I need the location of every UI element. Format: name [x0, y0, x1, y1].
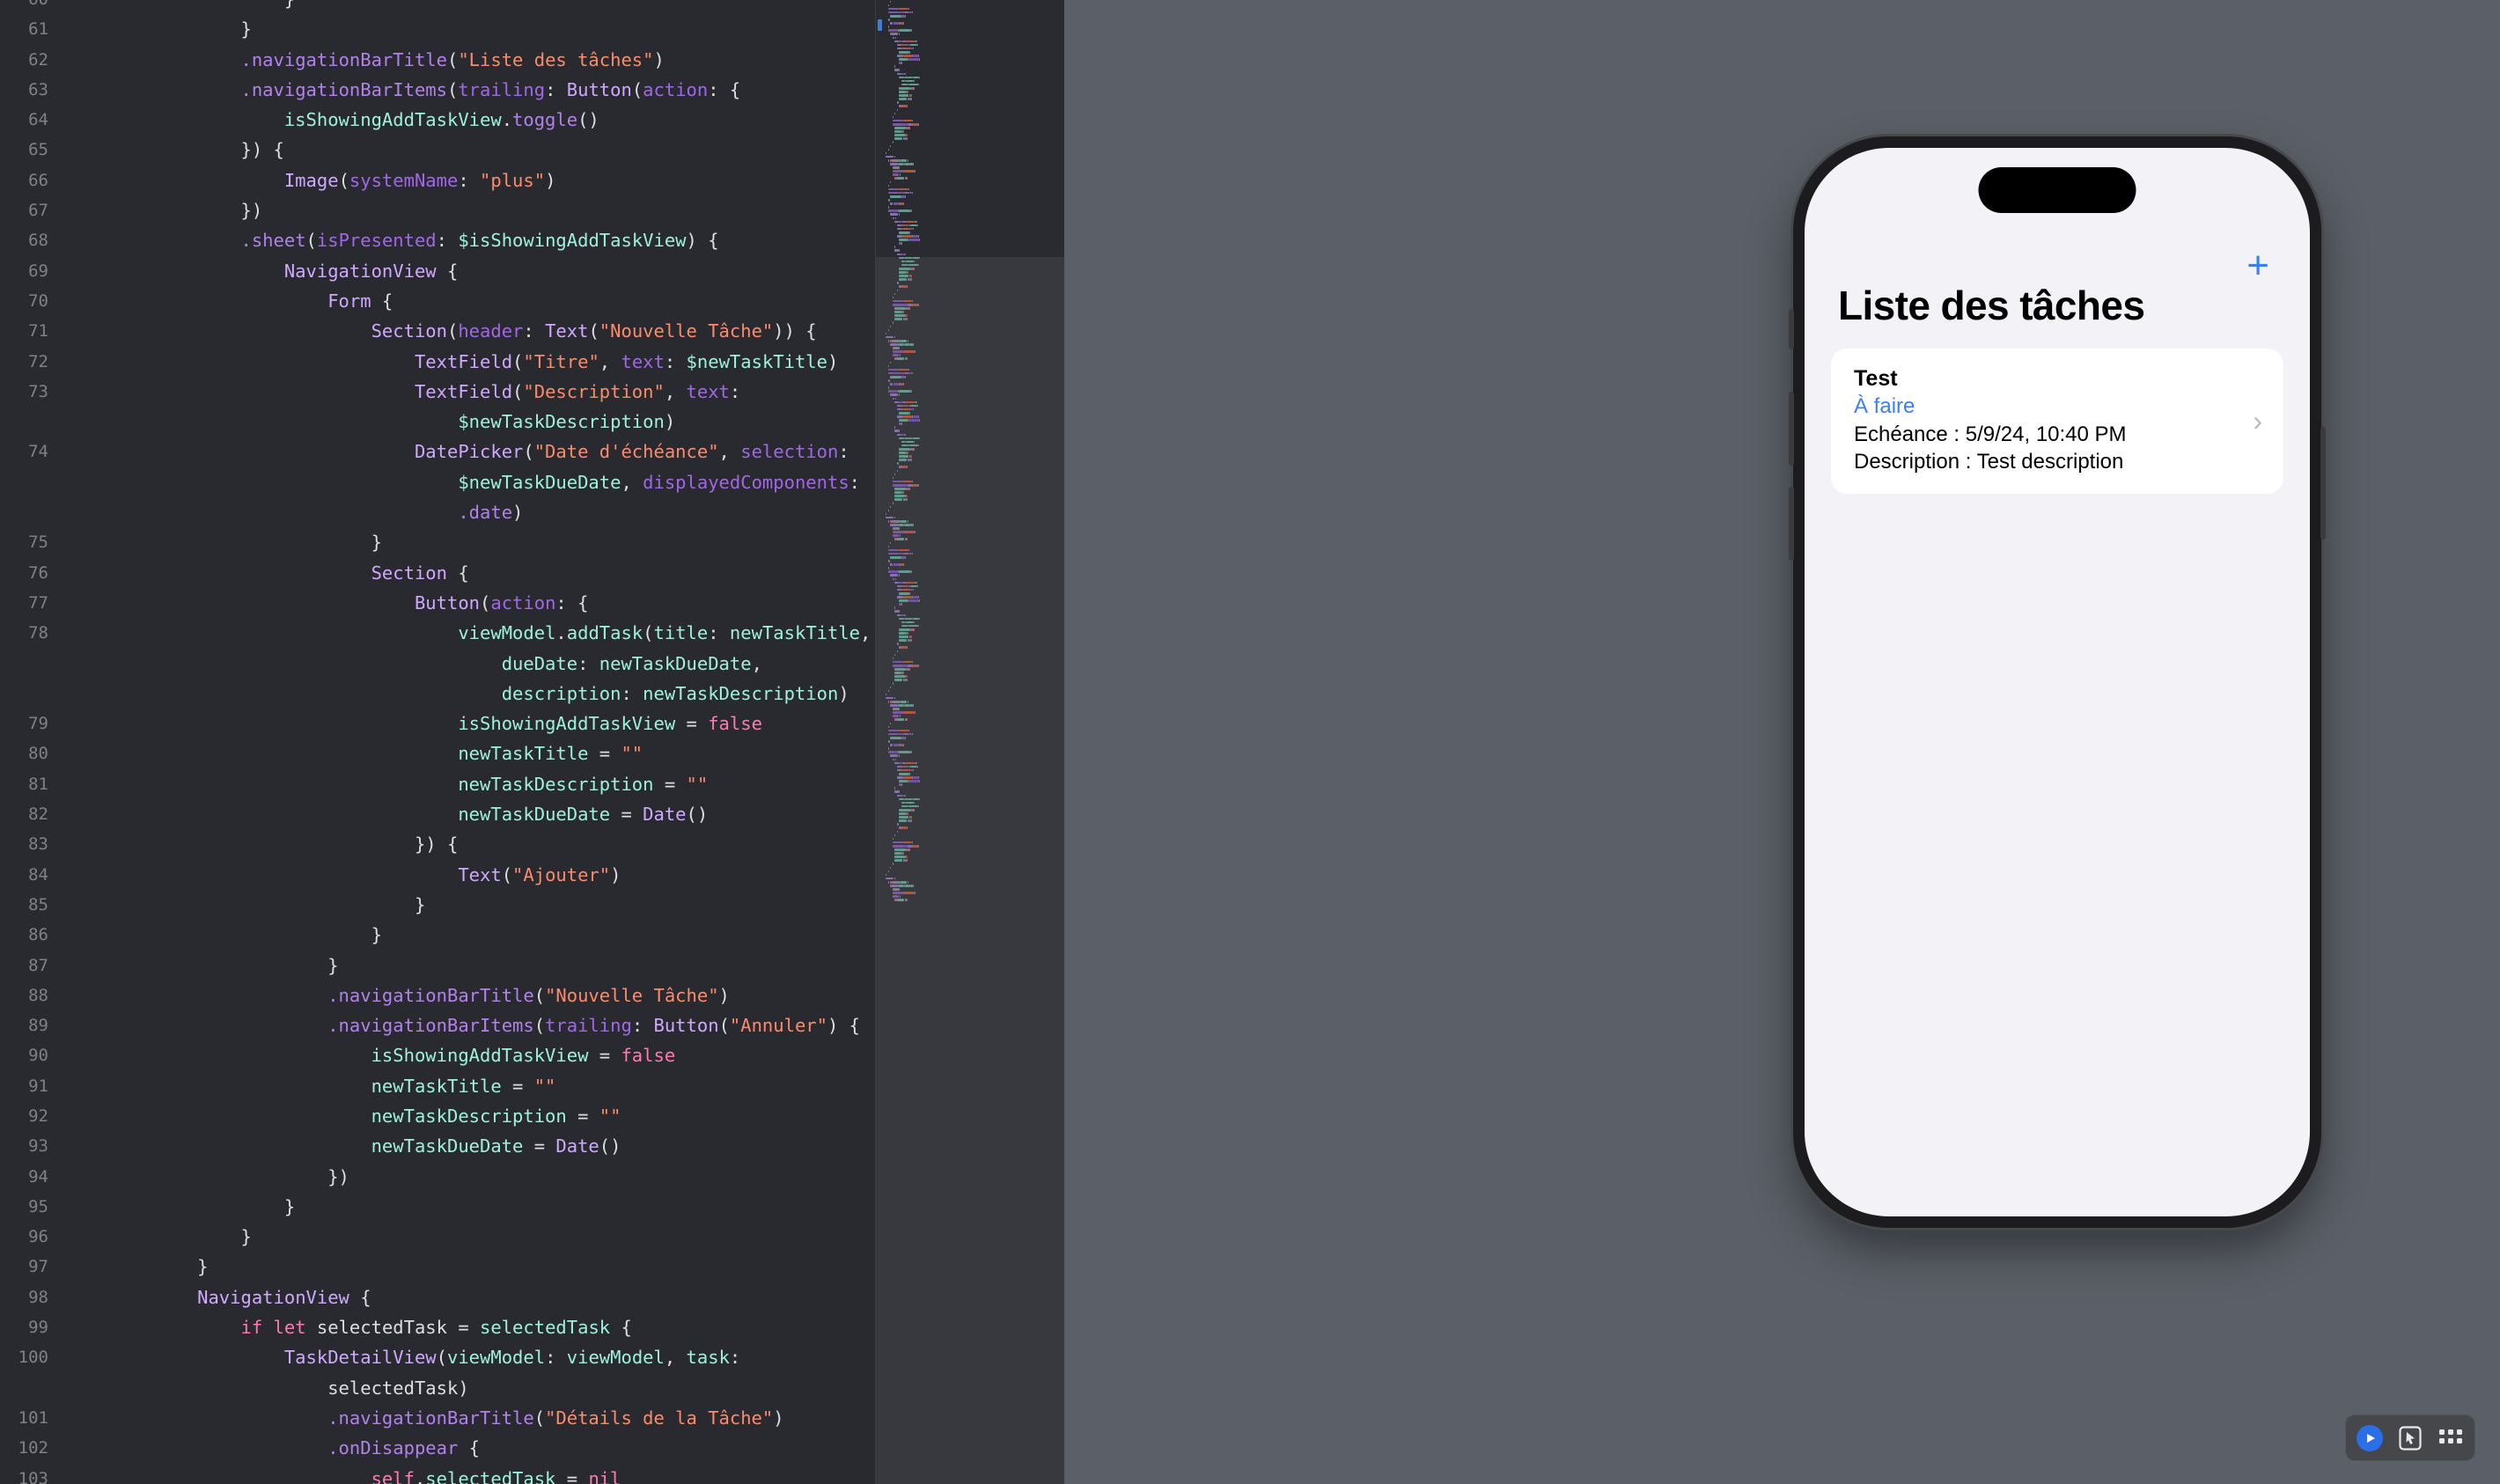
power-button: [2320, 427, 2326, 540]
line-number: 81: [0, 769, 60, 799]
line-number: 85: [0, 890, 60, 920]
status-badge: À faire: [1854, 393, 2242, 421]
line-number: 72: [0, 347, 60, 377]
iphone-preview-device[interactable]: + Liste des tâches Test À faire Echéance…: [1793, 136, 2321, 1228]
line-number: 83: [0, 829, 60, 859]
line-number: 101: [0, 1403, 60, 1433]
preview-canvas[interactable]: + Liste des tâches Test À faire Echéance…: [1064, 0, 2500, 1484]
line-number: 63: [0, 75, 60, 105]
line-number: 84: [0, 860, 60, 890]
grid-variants-icon[interactable]: [2437, 1424, 2465, 1452]
volume-down-button: [1789, 487, 1794, 561]
line-number: 91: [0, 1071, 60, 1101]
line-number: 98: [0, 1282, 60, 1312]
page-title: Liste des tâches: [1838, 282, 2144, 329]
volume-up-button: [1789, 392, 1794, 466]
line-number: 89: [0, 1010, 60, 1040]
line-number: 92: [0, 1101, 60, 1131]
line-number: 69: [0, 256, 60, 286]
code-minimap[interactable]: [875, 0, 1064, 1484]
list-item[interactable]: Test À faire Echéance : 5/9/24, 10:40 PM…: [1831, 349, 2283, 494]
line-number: 65: [0, 135, 60, 165]
line-number: 93: [0, 1131, 60, 1161]
line-number: 71: [0, 316, 60, 346]
line-number: 90: [0, 1040, 60, 1070]
minimap-row: [876, 899, 1064, 902]
line-number: 103: [0, 1464, 60, 1484]
line-number: 80: [0, 738, 60, 768]
line-number: 66: [0, 165, 60, 195]
line-number: 88: [0, 981, 60, 1010]
play-icon[interactable]: [2356, 1424, 2384, 1452]
line-number: 77: [0, 588, 60, 618]
line-number: 74: [0, 437, 60, 467]
task-details: Test À faire Echéance : 5/9/24, 10:40 PM…: [1854, 364, 2242, 476]
line-number: 75: [0, 527, 60, 557]
line-number: 86: [0, 920, 60, 950]
plus-icon[interactable]: +: [2246, 246, 2269, 285]
device-screen[interactable]: + Liste des tâches Test À faire Echéance…: [1805, 148, 2310, 1216]
line-number: 82: [0, 799, 60, 829]
line-number: 60: [0, 0, 60, 14]
line-number: 99: [0, 1312, 60, 1342]
line-number: 100: [0, 1342, 60, 1372]
line-number: 94: [0, 1162, 60, 1192]
pointer-in-frame-icon[interactable]: [2396, 1424, 2424, 1452]
task-title: Test: [1854, 364, 2242, 393]
line-number: 78: [0, 618, 60, 648]
silent-switch: [1789, 309, 1794, 349]
line-number: 61: [0, 14, 60, 44]
task-due-date: Echéance : 5/9/24, 10:40 PM: [1854, 421, 2242, 449]
line-number: 76: [0, 558, 60, 588]
line-number: 79: [0, 709, 60, 738]
line-number: 87: [0, 951, 60, 981]
line-number: 62: [0, 45, 60, 75]
chevron-right-icon: ›: [2253, 407, 2262, 435]
line-number: 102: [0, 1433, 60, 1463]
line-number: 68: [0, 225, 60, 255]
xcode-window: 60 }61 }62 .navigationBarTitle("Liste de…: [0, 0, 2500, 1484]
line-number: 64: [0, 105, 60, 135]
line-number: 96: [0, 1222, 60, 1252]
line-number: 97: [0, 1252, 60, 1282]
line-number: 95: [0, 1192, 60, 1222]
app-screen: + Liste des tâches Test À faire Echéance…: [1805, 148, 2310, 1216]
source-editor[interactable]: 60 }61 }62 .navigationBarTitle("Liste de…: [0, 0, 1064, 1484]
line-number: 70: [0, 286, 60, 316]
minimap-cursor: [878, 19, 882, 31]
preview-mode-toolbar[interactable]: [2345, 1414, 2475, 1461]
line-number: 67: [0, 195, 60, 225]
line-number: 73: [0, 377, 60, 407]
task-description: Description : Test description: [1854, 448, 2242, 476]
